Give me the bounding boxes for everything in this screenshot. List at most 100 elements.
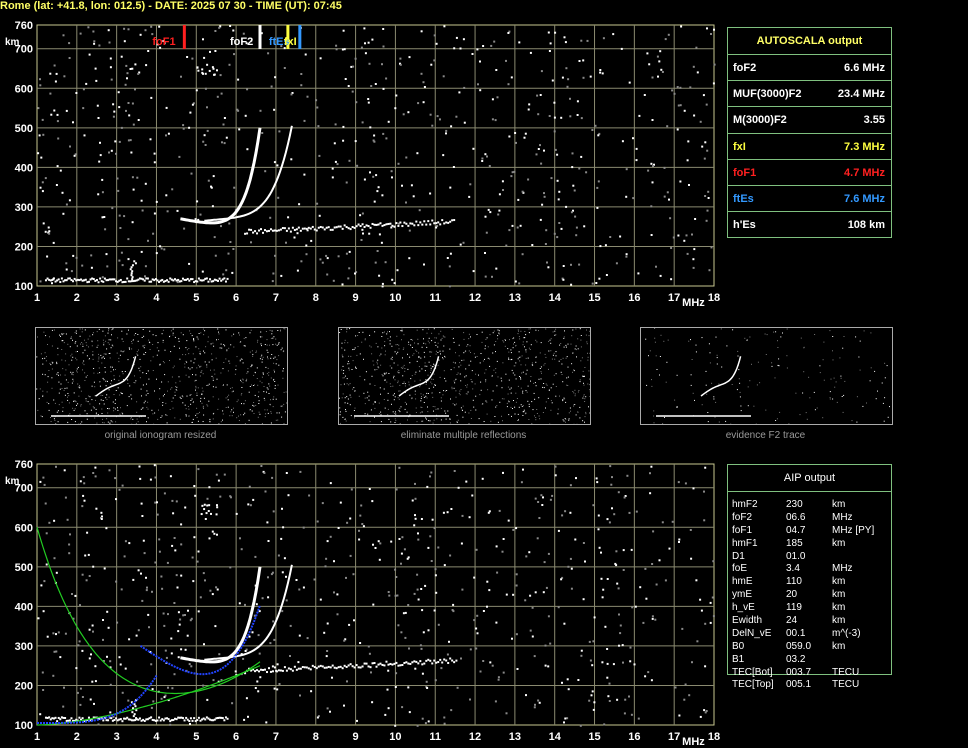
thumb-noise: [589, 330, 591, 332]
thumb-noise: [243, 403, 245, 405]
thumb-noise: [387, 338, 389, 340]
thumb-noise: [174, 336, 176, 338]
thumb-noise: [244, 400, 246, 402]
noise-echo: [446, 653, 449, 656]
noise-echo: [521, 253, 524, 256]
noise-echo: [546, 261, 548, 264]
thumb-noise: [370, 409, 372, 411]
noise-echo: [299, 470, 302, 473]
noise-echo: [421, 609, 424, 612]
thumb-noise: [372, 403, 374, 405]
thumb-noise: [136, 418, 138, 420]
thumb-noise: [242, 379, 244, 381]
noise-echo: [153, 212, 156, 215]
x-tick-label: 5: [193, 292, 199, 304]
noise-echo: [482, 45, 485, 47]
thumb-noise: [694, 399, 695, 401]
thumb-noise: [271, 330, 273, 332]
noise-echo: [329, 482, 332, 485]
thumb-noise: [67, 393, 69, 394]
thumb-noise: [583, 394, 585, 396]
noise-echo: [369, 171, 371, 174]
noise-echo: [621, 644, 624, 647]
thumb-noise: [131, 342, 133, 344]
thumb-noise: [648, 355, 649, 357]
noise-echo: [580, 155, 583, 158]
noise-echo: [547, 266, 550, 269]
noise-echo: [588, 699, 591, 702]
noise-echo: [109, 711, 112, 714]
noise-echo: [431, 124, 434, 127]
noise-echo: [672, 236, 675, 239]
oblique-echo: [345, 226, 348, 229]
thumb-noise: [252, 404, 254, 406]
thumb-noise: [395, 344, 397, 346]
thumb-noise: [41, 416, 43, 418]
thumb-noise: [160, 417, 162, 418]
noise-echo: [706, 209, 709, 212]
noise-echo: [578, 167, 581, 170]
noise-echo: [398, 538, 401, 540]
noise-echo: [370, 671, 372, 674]
oblique-echo: [397, 224, 400, 227]
noise-echo: [378, 558, 381, 561]
thumb-noise: [204, 352, 206, 354]
oblique-echo: [447, 221, 450, 224]
thumb-noise: [142, 407, 144, 409]
thumb-noise: [231, 415, 233, 417]
noise-echo: [299, 694, 301, 697]
noise-echo: [115, 498, 117, 501]
noise-echo: [214, 625, 217, 628]
y-tick-label: 100: [15, 281, 33, 293]
noise-echo: [197, 550, 200, 553]
noise-echo: [160, 575, 163, 578]
noise-echo: [193, 485, 196, 487]
noise-echo: [651, 617, 654, 620]
noise-echo: [346, 521, 349, 524]
thumb-noise: [676, 407, 678, 408]
noise-echo: [635, 510, 638, 513]
thumb-noise: [512, 372, 514, 374]
noise-echo: [597, 134, 600, 137]
thumb-noise: [203, 397, 205, 399]
thumb-noise: [45, 335, 47, 337]
noise-echo: [290, 93, 293, 96]
noise-echo: [547, 31, 550, 34]
thumb-noise: [93, 407, 95, 409]
thumb-noise: [456, 414, 458, 416]
thumb-noise: [162, 404, 164, 406]
thumb-noise: [390, 358, 392, 360]
thumb-noise: [466, 386, 468, 388]
thumb-noise: [664, 416, 665, 418]
thumb-noise: [585, 334, 587, 336]
thumb-noise: [486, 413, 488, 415]
thumb-noise: [154, 412, 156, 414]
thumb-noise: [411, 339, 413, 341]
thumb-noise: [374, 401, 376, 403]
noise-echo: [368, 232, 371, 235]
e-layer-echo: [224, 280, 227, 283]
thumb-noise: [391, 367, 393, 369]
noise-echo: [637, 272, 640, 275]
thumb-noise: [440, 419, 442, 421]
thumb-noise: [113, 369, 114, 371]
thumb-noise: [539, 418, 541, 420]
e-layer-echo: [78, 716, 81, 719]
x-tick-label: 7: [273, 292, 279, 304]
noise-echo: [175, 500, 178, 503]
e-layer-echo: [143, 279, 146, 282]
noise-echo: [395, 488, 398, 491]
thumb-noise: [79, 387, 81, 389]
noise-echo: [277, 196, 280, 199]
thumb-noise: [514, 413, 516, 415]
thumb-noise: [161, 381, 163, 383]
noise-echo: [670, 247, 673, 249]
thumb-noise: [227, 406, 229, 408]
thumb-noise: [127, 383, 129, 384]
noise-echo: [601, 596, 604, 599]
oblique-echo: [395, 222, 398, 225]
noise-echo: [664, 38, 667, 41]
aip-param-name: B1: [732, 653, 745, 665]
noise-echo: [271, 280, 274, 283]
noise-echo: [126, 72, 129, 75]
